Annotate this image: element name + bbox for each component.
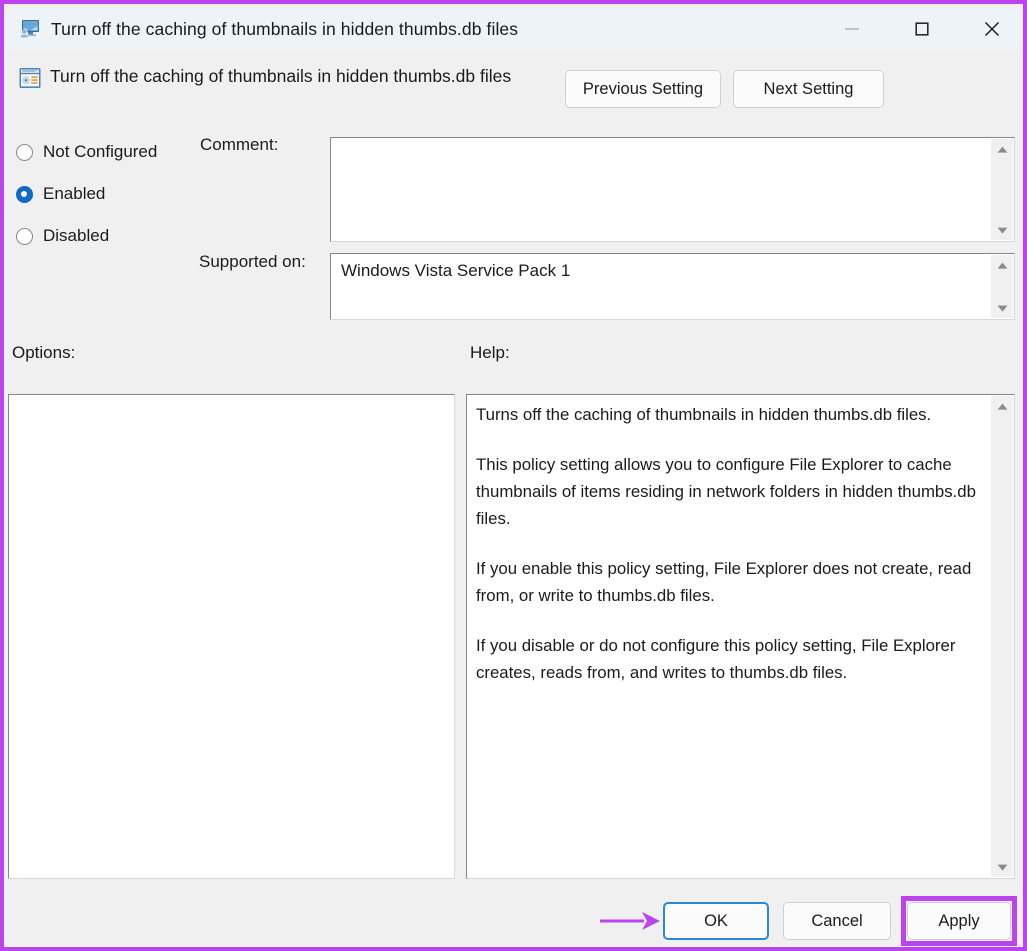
supported-on-scrollbar[interactable] xyxy=(990,255,1013,318)
radio-circle-selected-icon xyxy=(16,185,33,203)
comment-label: Comment: xyxy=(200,135,279,154)
policy-setting-dialog: Turn off the caching of thumbnails in hi… xyxy=(0,0,1027,951)
radio-circle-icon xyxy=(16,227,33,245)
window-controls xyxy=(817,8,1023,50)
scroll-down-arrow-icon[interactable] xyxy=(991,220,1013,240)
help-panel: Turns off the caching of thumbnails in h… xyxy=(466,394,1015,879)
supported-on-label: Supported on: xyxy=(199,252,306,271)
options-label: Options: xyxy=(12,343,76,362)
radio-disabled[interactable]: Disabled xyxy=(16,224,109,248)
radio-label-not-configured: Not Configured xyxy=(43,142,158,161)
pointing-right-arrow-icon xyxy=(600,909,662,933)
scroll-up-arrow-icon[interactable] xyxy=(991,396,1013,416)
scroll-up-arrow-icon[interactable] xyxy=(991,139,1013,159)
help-paragraph: If you enable this policy setting, File … xyxy=(476,559,972,605)
policy-setting-icon xyxy=(18,66,42,90)
title-bar: Turn off the caching of thumbnails in hi… xyxy=(8,8,1023,50)
radio-enabled[interactable]: Enabled xyxy=(16,182,105,206)
radio-label-enabled: Enabled xyxy=(43,184,106,203)
help-text-content: Turns off the caching of thumbnails in h… xyxy=(476,401,988,686)
ok-button[interactable]: OK xyxy=(663,902,769,940)
cancel-button[interactable]: Cancel xyxy=(783,902,891,940)
policy-setting-title: Turn off the caching of thumbnails in hi… xyxy=(50,66,512,86)
apply-button[interactable]: Apply xyxy=(907,902,1011,940)
scroll-down-arrow-icon[interactable] xyxy=(991,857,1013,877)
scroll-up-arrow-icon[interactable] xyxy=(991,255,1013,275)
scroll-down-arrow-icon[interactable] xyxy=(991,298,1013,318)
supported-on-value: Windows Vista Service Pack 1 xyxy=(341,261,571,280)
radio-circle-icon xyxy=(16,143,33,161)
close-button[interactable] xyxy=(957,8,1023,50)
help-label: Help: xyxy=(470,343,510,362)
minimize-button[interactable] xyxy=(817,8,887,50)
help-paragraph: Turns off the caching of thumbnails in h… xyxy=(476,405,932,424)
previous-setting-button[interactable]: Previous Setting xyxy=(565,70,721,108)
help-paragraph: If you disable or do not configure this … xyxy=(476,636,956,682)
window-title: Turn off the caching of thumbnails in hi… xyxy=(51,18,519,39)
help-paragraph: This policy setting allows you to config… xyxy=(476,455,976,528)
comment-textarea[interactable] xyxy=(330,137,1015,242)
radio-label-disabled: Disabled xyxy=(43,226,110,245)
comment-scrollbar[interactable] xyxy=(990,139,1013,240)
setting-header: Turn off the caching of thumbnails in hi… xyxy=(8,54,1023,112)
help-scrollbar[interactable] xyxy=(990,396,1013,877)
supported-on-field: Windows Vista Service Pack 1 xyxy=(330,253,1015,320)
options-panel[interactable] xyxy=(8,394,455,879)
next-setting-button[interactable]: Next Setting xyxy=(733,70,884,108)
radio-not-configured[interactable]: Not Configured xyxy=(16,140,157,164)
policy-computer-icon xyxy=(19,19,41,39)
maximize-button[interactable] xyxy=(887,8,957,50)
